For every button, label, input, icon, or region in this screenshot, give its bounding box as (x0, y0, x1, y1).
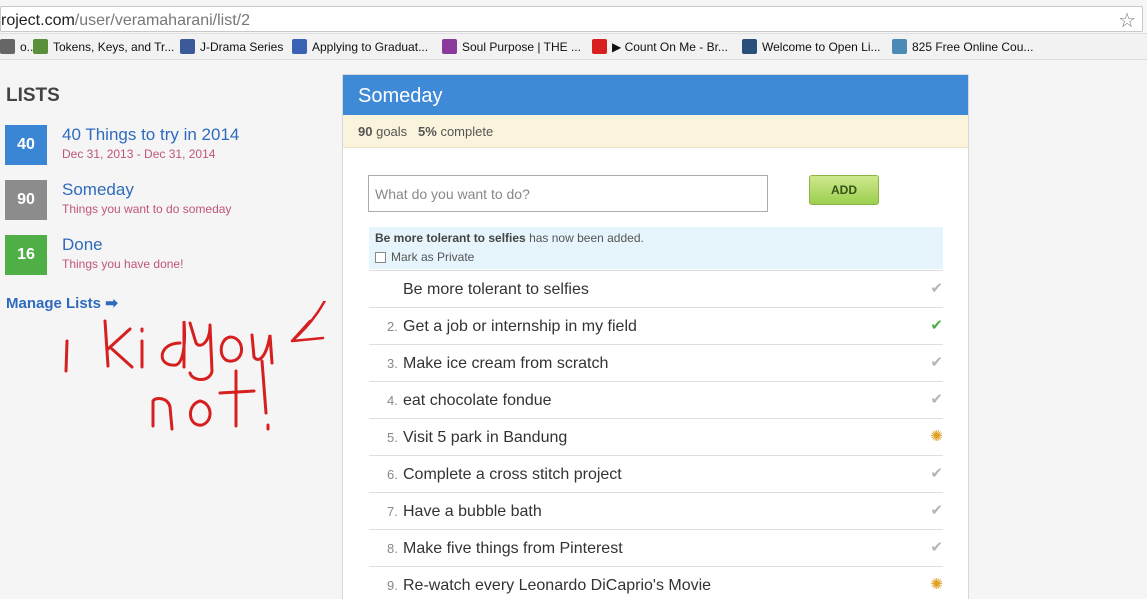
globe-icon (292, 39, 307, 54)
list-count-badge: 90 (5, 180, 47, 220)
handwritten-annotation (64, 301, 327, 431)
list-subtitle: Things you want to do someday (62, 202, 232, 216)
url-text: roject.com/user/veramaharani/list/2 (1, 12, 250, 30)
checkmark-icon[interactable]: ✔ (930, 316, 943, 334)
goal-row[interactable]: Be more tolerant to selfies ✔ (369, 270, 943, 307)
address-bar: roject.com/user/veramaharani/list/2 ☆ (0, 0, 1147, 34)
percent-label: complete (440, 124, 494, 139)
list-panel: Someday 90 goals 5% complete What do you… (342, 74, 969, 599)
list-count-badge: 16 (5, 235, 47, 275)
image-icon (442, 39, 457, 54)
checkmark-icon[interactable]: ✔ (930, 464, 943, 482)
list-count-badge: 40 (5, 125, 47, 165)
open-icon (742, 39, 757, 54)
checkmark-icon[interactable]: ✔ (930, 390, 943, 408)
bookmark-item[interactable]: Soul Purpose | THE ... (442, 39, 581, 54)
bookmark-star-icon[interactable]: ☆ (1118, 8, 1136, 33)
goal-row[interactable]: 3. Make ice cream from scratch ✔ (369, 344, 943, 381)
list-title[interactable]: 40 Things to try in 2014 (62, 125, 239, 145)
url-input[interactable]: roject.com/user/veramaharani/list/2 ☆ (0, 6, 1143, 32)
added-notice: Be more tolerant to selfies has now been… (369, 227, 943, 269)
goal-row[interactable]: 2. Get a job or internship in my field ✔ (369, 307, 943, 344)
goal-text[interactable]: Make five things from Pinterest (403, 540, 623, 558)
goal-row[interactable]: 9. Re-watch every Leonardo DiCaprio's Mov… (369, 566, 943, 599)
goal-number: 7. (387, 504, 398, 519)
checkmark-icon[interactable]: ✔ (930, 353, 943, 371)
bookmark-label: ▶ Count On Me - Br... (612, 39, 728, 54)
bookmark-item[interactable]: Applying to Graduat... (292, 39, 428, 54)
in-progress-icon[interactable]: ✺ (930, 575, 943, 593)
goal-number: 8. (387, 541, 398, 556)
goal-row[interactable]: 8. Make five things from Pinterest ✔ (369, 529, 943, 566)
goal-number: 9. (387, 578, 398, 593)
goal-text[interactable]: Visit 5 park in Bandung (403, 429, 567, 447)
goal-number: 6. (387, 467, 398, 482)
dx-icon (180, 39, 195, 54)
goal-row[interactable]: 6. Complete a cross stitch project ✔ (369, 455, 943, 492)
private-checkbox[interactable] (375, 251, 386, 263)
goal-text[interactable]: Make ice cream from scratch (403, 355, 608, 373)
bookmark-item[interactable]: ▶ Count On Me - Br... (592, 39, 728, 54)
mark-private-option[interactable]: Mark as Private (375, 250, 937, 264)
page-content: LISTS 40 40 Things to try in 2014 Dec 31… (0, 61, 1147, 599)
url-host: roject.com (1, 12, 75, 29)
goal-row[interactable]: 5. Visit 5 park in Bandung ✺ (369, 418, 943, 455)
panel-title: Someday (343, 75, 968, 115)
goal-number: 3. (387, 356, 398, 371)
bookmark-item[interactable]: Welcome to Open Li... (742, 39, 881, 54)
list-subtitle: Things you have done! (62, 257, 184, 271)
goal-text[interactable]: eat chocolate fondue (403, 392, 552, 410)
list-stats: 90 goals 5% complete (343, 115, 968, 148)
goal-row[interactable]: 7. Have a bubble bath ✔ (369, 492, 943, 529)
in-progress-icon[interactable]: ✺ (930, 427, 943, 445)
lists-heading: LISTS (6, 85, 60, 106)
goal-input[interactable]: What do you want to do? (368, 175, 768, 212)
checkmark-icon[interactable]: ✔ (930, 501, 943, 519)
list-entry-someday[interactable]: 90 Someday Things you want to do someday (5, 180, 325, 220)
bookmark-label: Soul Purpose | THE ... (462, 39, 581, 54)
bookmarks-bar: o... Tokens, Keys, and Tr... J-Drama Serie… (0, 34, 1147, 60)
goal-text[interactable]: Be more tolerant to selfies (403, 281, 589, 299)
goal-text[interactable]: Complete a cross stitch project (403, 466, 622, 484)
goals-label: goals (376, 124, 408, 139)
percent-complete: 5% (418, 124, 437, 139)
bookmark-label: Welcome to Open Li... (762, 39, 881, 54)
bookmark-label: Tokens, Keys, and Tr... (53, 39, 175, 54)
list-entry-40-things[interactable]: 40 40 Things to try in 2014 Dec 31, 2013… (5, 125, 325, 165)
tree-icon (33, 39, 48, 54)
goal-text[interactable]: Have a bubble bath (403, 503, 542, 521)
notice-text: has now been added. (529, 231, 644, 245)
goal-number: 4. (387, 393, 398, 408)
goal-list: Be more tolerant to selfies ✔ 2. Get a job … (369, 270, 943, 599)
list-title[interactable]: Someday (62, 180, 134, 200)
list-subtitle: Dec 31, 2013 - Dec 31, 2014 (62, 147, 216, 161)
goal-number: 5. (387, 430, 398, 445)
annotation-text (64, 319, 274, 431)
goal-number: 2. (387, 319, 398, 334)
goal-text[interactable]: Get a job or internship in my field (403, 318, 637, 336)
goals-count: 90 (358, 124, 373, 139)
bookmark-item[interactable]: J-Drama Series (180, 39, 283, 54)
checkmark-icon[interactable]: ✔ (930, 279, 943, 297)
bookmark-item[interactable]: 825 Free Online Cou... (892, 39, 1033, 54)
bookmark-label: J-Drama Series (200, 39, 284, 54)
page-icon (0, 39, 15, 54)
goal-row[interactable]: 4. eat chocolate fondue ✔ (369, 381, 943, 418)
goal-text[interactable]: Re-watch every Leonardo DiCaprio's Movie (403, 577, 711, 595)
checkmark-icon[interactable]: ✔ (930, 538, 943, 556)
youtube-icon (592, 39, 607, 54)
bookmark-label: Applying to Graduat... (312, 39, 429, 54)
add-button[interactable]: ADD (809, 175, 879, 205)
bookmark-label: 825 Free Online Cou... (912, 39, 1034, 54)
bookmark-item[interactable]: Tokens, Keys, and Tr... (33, 39, 174, 54)
mark-private-label: Mark as Private (391, 250, 475, 264)
url-path: /user/veramaharani/list/2 (74, 12, 250, 29)
list-title[interactable]: Done (62, 235, 103, 255)
manage-lists-link[interactable]: Manage Lists ➡ (6, 294, 118, 312)
bookmark-item[interactable]: o... (0, 39, 37, 54)
list-entry-done[interactable]: 16 Done Things you have done! (5, 235, 325, 275)
notice-goal: Be more tolerant to selfies (375, 231, 526, 245)
course-icon (892, 39, 907, 54)
